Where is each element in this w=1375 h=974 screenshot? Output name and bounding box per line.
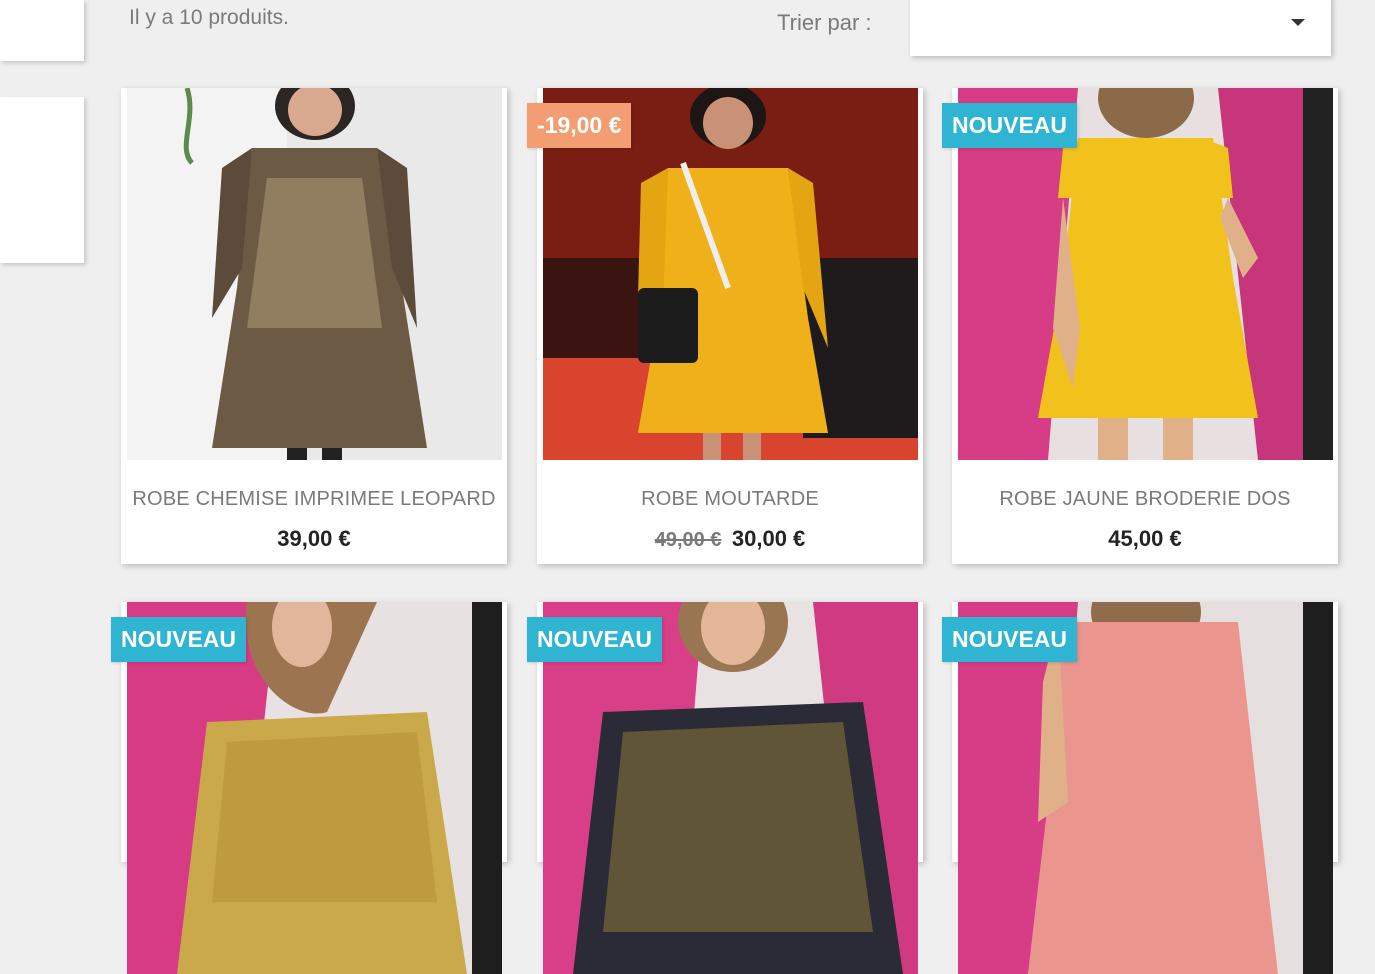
product-card[interactable]: NOUVEAU ROBE JAUNE BRODERIE DOS 45,00 € (942, 88, 1338, 564)
product-price: 45,00 € (1108, 526, 1182, 551)
product-title[interactable]: ROBE CHEMISE IMPRIMEE LEOPARD (121, 488, 507, 511)
product-card[interactable]: NOUVEAU (111, 602, 507, 974)
product-card[interactable]: ROBE CHEMISE IMPRIMEE LEOPARD 39,00 € (121, 88, 507, 564)
new-flag: NOUVEAU (111, 617, 247, 662)
product-price: 39,00 € (277, 526, 351, 551)
product-card[interactable]: -19,00 € ROBE MOUTARDE 49,00 € 30,00 € (527, 88, 923, 564)
product-image[interactable] (127, 88, 502, 460)
product-price-line: 39,00 € (121, 526, 507, 552)
new-flag: NOUVEAU (942, 617, 1078, 662)
product-price-line: 45,00 € (952, 526, 1338, 552)
sort-dropdown[interactable] (910, 0, 1331, 56)
discount-flag: -19,00 € (527, 103, 632, 148)
product-count: Il y a 10 produits. (129, 6, 289, 29)
product-title[interactable]: ROBE JAUNE BRODERIE DOS (952, 488, 1338, 511)
sort-label: Trier par : (777, 10, 872, 35)
sidebar-block-filters (0, 97, 84, 263)
product-price: 30,00 € (731, 526, 806, 551)
sidebar-block-top (0, 0, 84, 61)
chevron-down-icon (1291, 19, 1305, 26)
new-flag: NOUVEAU (527, 617, 663, 662)
product-title[interactable]: ROBE MOUTARDE (537, 488, 923, 511)
product-card[interactable]: NOUVEAU (942, 602, 1338, 974)
new-flag: NOUVEAU (942, 103, 1078, 148)
regular-price: 49,00 € (654, 529, 722, 551)
product-card[interactable]: NOUVEAU (527, 602, 923, 974)
product-price-line: 49,00 € 30,00 € (537, 526, 923, 552)
